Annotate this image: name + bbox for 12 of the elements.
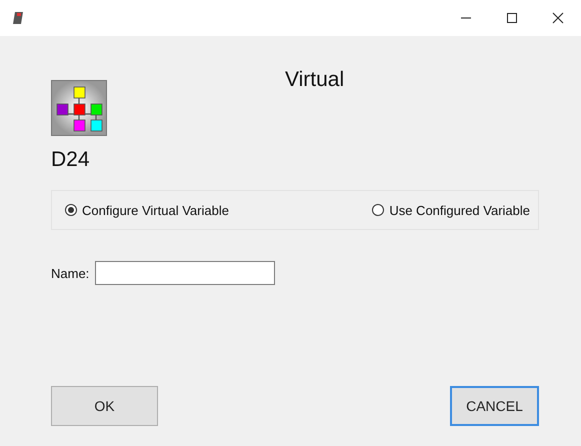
dialog-heading: Virtual [285, 68, 344, 93]
mode-radio[interactable]: Use Configured Variable [372, 202, 530, 218]
cancel-button[interactable]: CANCEL [450, 386, 539, 426]
maximize-icon[interactable] [506, 12, 518, 24]
mode-radio[interactable]: Configure Virtual Variable [65, 202, 229, 218]
ok-button[interactable]: OK [51, 386, 158, 426]
close-icon[interactable] [552, 12, 564, 24]
name-label: Name: [51, 266, 90, 280]
device-code: D24 [51, 148, 90, 172]
app-icon [12, 11, 24, 25]
name-field[interactable] [95, 261, 276, 285]
network-icon [51, 80, 107, 136]
